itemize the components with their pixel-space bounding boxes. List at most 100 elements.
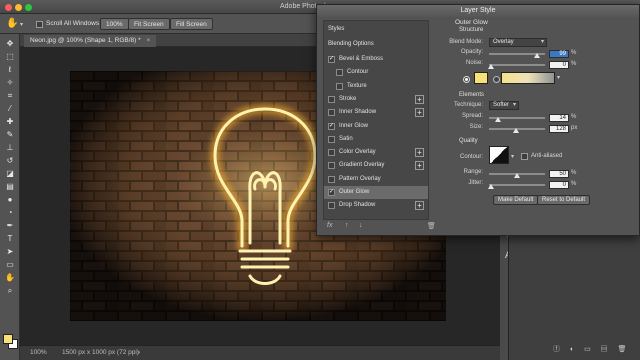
close-tab-icon[interactable]: × [146, 37, 150, 44]
jitter-unit: % [571, 181, 577, 187]
blend-mode-dropdown[interactable]: Overlay [489, 38, 547, 47]
effect-item-drop-shadow[interactable]: Drop Shadow + [324, 199, 428, 212]
noise-slider-track[interactable] [489, 64, 545, 66]
add-effect-instance-icon[interactable]: + [415, 161, 424, 171]
anti-aliased-checkbox[interactable] [521, 153, 528, 160]
status-doc-info[interactable]: 1500 px x 1000 px (72 ppi) [62, 349, 139, 356]
effect-checkbox[interactable] [328, 149, 335, 157]
gradient-radio[interactable] [493, 76, 500, 83]
effect-item-stroke[interactable]: Stroke + [324, 93, 428, 106]
document-tab[interactable]: Neon.jpg @ 100% (Shape 1, RGB/8) * × [24, 35, 157, 47]
zoom-icon[interactable]: ⌕ [3, 285, 17, 296]
effect-checkbox[interactable] [328, 202, 335, 210]
add-effect-instance-icon[interactable]: + [415, 108, 424, 118]
close-window-button[interactable] [5, 4, 12, 11]
effect-item-satin[interactable]: Satin [324, 133, 428, 146]
brush-icon[interactable]: ✎ [3, 129, 17, 140]
effect-item-texture[interactable]: Texture [324, 80, 428, 93]
move-icon[interactable]: ✥ [3, 38, 17, 49]
spread-slider-thumb[interactable] [495, 117, 501, 122]
marquee-icon[interactable]: ⬚ [3, 51, 17, 62]
tools-panel: ✥ ⬚ ℓ ✧ ⌗ ⁄ ✚ ✎ ⊥ ↺ ◪ ▤ ● ◔ ✒ T ➤ ▭ ✋ ⌕ [0, 34, 20, 360]
make-default-button[interactable]: Make Default [493, 195, 539, 205]
glow-gradient-picker[interactable] [501, 72, 555, 84]
move-up-icon[interactable]: ↑ [345, 222, 349, 229]
opacity-slider-thumb[interactable] [534, 53, 540, 58]
add-effect-instance-icon[interactable]: + [415, 148, 424, 158]
reset-to-default-button[interactable]: Reset to Default [537, 195, 591, 205]
pen-icon[interactable]: ✒ [3, 220, 17, 231]
blending-options-item[interactable]: Blending Options [324, 38, 428, 51]
gradient-icon[interactable]: ▤ [3, 181, 17, 192]
path-select-icon[interactable]: ➤ [3, 246, 17, 257]
effect-checkbox[interactable] [328, 162, 335, 170]
effect-item-bevel-emboss[interactable]: ✓ Bevel & Emboss [324, 53, 428, 66]
range-input[interactable]: 50 [549, 170, 569, 178]
eraser-icon[interactable]: ◪ [3, 168, 17, 179]
magic-wand-icon[interactable]: ✧ [3, 77, 17, 88]
effect-item-gradient-overlay[interactable]: Gradient Overlay + [324, 159, 428, 172]
jitter-slider-thumb[interactable] [488, 184, 494, 189]
opacity-input[interactable]: 99 [549, 50, 569, 58]
crop-icon[interactable]: ⌗ [3, 90, 17, 101]
eyedropper-icon[interactable]: ⁄ [3, 103, 17, 114]
hand-icon[interactable]: ✋ [3, 272, 17, 283]
scroll-all-windows-checkbox[interactable] [36, 21, 43, 28]
spread-label: Spread: [461, 113, 483, 119]
move-down-icon[interactable]: ↓ [359, 222, 363, 229]
fx-button[interactable]: fx [327, 222, 332, 229]
effect-item-pattern-overlay[interactable]: Pattern Overlay [324, 173, 428, 186]
effect-item-outer-glow[interactable]: ✓ Outer Glow [324, 186, 428, 199]
maximize-window-button[interactable] [25, 4, 32, 11]
effect-checkbox[interactable] [328, 95, 335, 103]
clone-stamp-icon[interactable]: ⊥ [3, 142, 17, 153]
effect-item-inner-shadow[interactable]: Inner Shadow + [324, 106, 428, 119]
history-brush-icon[interactable]: ↺ [3, 155, 17, 166]
add-effect-instance-icon[interactable]: + [415, 201, 424, 211]
zoom-level-button[interactable]: 100% [100, 18, 129, 30]
dodge-icon[interactable]: ◔ [3, 207, 17, 218]
home-icon[interactable]: ✋ [6, 18, 18, 30]
effect-checkbox[interactable] [336, 69, 343, 77]
gradient-dropdown-icon[interactable]: ▾ [557, 74, 560, 81]
minimize-window-button[interactable] [15, 4, 22, 11]
range-slider-thumb[interactable] [514, 173, 520, 178]
effect-item-contour[interactable]: Contour [324, 66, 428, 79]
noise-input[interactable]: 0 [549, 61, 569, 69]
fit-screen-button[interactable]: Fit Screen [128, 18, 170, 30]
type-icon[interactable]: T [3, 233, 17, 244]
shape-icon[interactable]: ▭ [3, 259, 17, 270]
effect-item-color-overlay[interactable]: Color Overlay + [324, 146, 428, 159]
effect-checkbox[interactable] [328, 109, 335, 117]
effect-checkbox[interactable]: ✓ [328, 122, 335, 130]
blur-icon[interactable]: ● [3, 194, 17, 205]
size-input[interactable]: 128 [549, 125, 569, 133]
technique-dropdown[interactable]: Softer [489, 101, 519, 110]
status-menu-icon[interactable]: › [138, 349, 140, 356]
contour-dropdown-icon[interactable]: ▾ [511, 153, 514, 160]
jitter-slider-track[interactable] [489, 184, 545, 186]
effect-checkbox[interactable] [328, 135, 335, 143]
tool-preset-dropdown[interactable]: ▾ [20, 21, 23, 28]
delete-effect-icon[interactable]: 🗑 [427, 222, 436, 230]
jitter-input[interactable]: 0 [549, 181, 569, 189]
foreground-color-swatch[interactable] [3, 334, 13, 344]
effect-checkbox[interactable] [336, 82, 343, 90]
size-slider-thumb[interactable] [513, 128, 519, 133]
effect-checkbox[interactable]: ✓ [328, 189, 335, 196]
add-effect-instance-icon[interactable]: + [415, 94, 424, 104]
noise-unit: % [571, 61, 577, 67]
effect-checkbox[interactable] [328, 175, 335, 183]
spread-input[interactable]: 14 [549, 114, 569, 122]
solid-color-radio[interactable] [463, 76, 470, 83]
effect-checkbox[interactable]: ✓ [328, 56, 335, 63]
effect-item-inner-glow[interactable]: ✓ Inner Glow [324, 120, 428, 133]
healing-brush-icon[interactable]: ✚ [3, 116, 17, 127]
fill-screen-button[interactable]: Fill Screen [170, 18, 213, 30]
noise-slider-thumb[interactable] [488, 64, 494, 69]
lasso-icon[interactable]: ℓ [3, 64, 17, 75]
glow-color-swatch[interactable] [474, 72, 488, 84]
layer-style-dialog: Layer Style Styles Blending Options ✓ Bev… [316, 4, 640, 236]
styles-header[interactable]: Styles [324, 23, 428, 36]
contour-preview[interactable] [489, 146, 509, 164]
